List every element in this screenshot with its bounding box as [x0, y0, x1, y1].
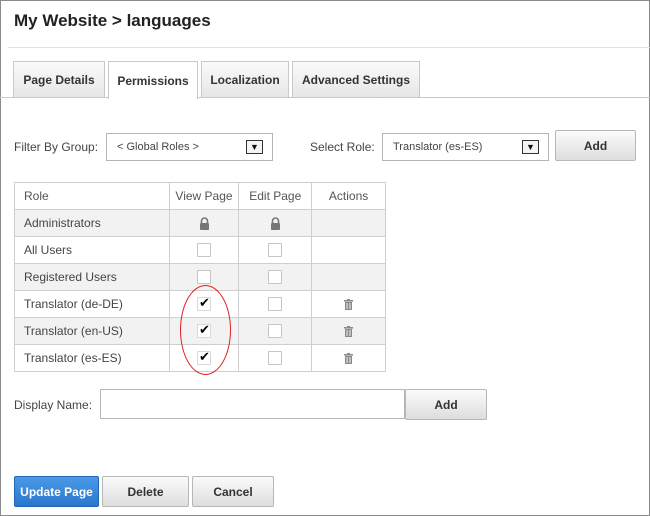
column-header-role: Role	[14, 182, 170, 210]
title-divider	[8, 47, 650, 48]
tab-permissions[interactable]: Permissions	[108, 61, 198, 99]
view-page-cell	[168, 236, 240, 264]
view-page-checkbox[interactable]	[197, 270, 211, 285]
role-name: All Users	[14, 236, 170, 264]
view-page-cell: ✔	[168, 344, 240, 372]
edit-page-cell	[238, 263, 313, 291]
edit-page-cell	[238, 290, 313, 318]
lock-icon	[199, 217, 209, 231]
filter-group-select[interactable]: < Global Roles > ▼	[106, 133, 273, 161]
actions-cell	[311, 317, 386, 345]
tab-page-details[interactable]: Page Details	[13, 61, 105, 98]
actions-cell	[311, 344, 386, 372]
edit-page-checkbox[interactable]	[268, 297, 283, 312]
select-role-label: Select Role:	[310, 140, 375, 154]
edit-page-checkbox[interactable]	[268, 243, 283, 258]
actions-cell	[311, 290, 386, 318]
table-header-row: Role View Page Edit Page Actions	[14, 182, 386, 210]
role-name: Administrators	[14, 209, 170, 237]
select-role-value: Translator (es-ES)	[393, 141, 483, 153]
trash-icon[interactable]	[344, 353, 354, 365]
view-page-cell	[168, 209, 240, 237]
edit-page-cell	[238, 344, 313, 372]
delete-button[interactable]: Delete	[102, 476, 189, 507]
column-header-view-page: View Page	[168, 182, 240, 210]
cancel-button[interactable]: Cancel	[192, 476, 274, 507]
view-page-checkbox[interactable]: ✔	[197, 349, 211, 366]
trash-icon[interactable]	[344, 299, 354, 311]
edit-page-checkbox[interactable]	[268, 351, 283, 366]
chevron-down-icon[interactable]: ▼	[522, 140, 539, 154]
chevron-down-icon[interactable]: ▼	[246, 140, 263, 154]
actions-cell	[311, 209, 386, 237]
view-page-checkbox[interactable]	[197, 243, 211, 258]
update-page-button[interactable]: Update Page	[14, 476, 99, 507]
view-page-cell: ✔	[168, 290, 240, 318]
role-name: Translator (es-ES)	[14, 344, 170, 372]
role-name: Translator (en-US)	[14, 317, 170, 345]
page-title: My Website > languages	[14, 11, 211, 30]
edit-page-cell	[238, 236, 313, 264]
role-name: Registered Users	[14, 263, 170, 291]
tabs-underline	[0, 97, 650, 98]
edit-page-cell	[238, 209, 313, 237]
column-header-edit-page: Edit Page	[238, 182, 313, 210]
table-row: Translator (de-DE) ✔	[14, 290, 386, 318]
trash-icon[interactable]	[344, 326, 354, 338]
lock-icon	[270, 217, 280, 231]
select-role-select[interactable]: Translator (es-ES) ▼	[382, 133, 549, 161]
checkmark-icon: ✔	[199, 349, 210, 365]
view-page-checkbox[interactable]: ✔	[197, 295, 211, 312]
view-page-cell: ✔	[168, 317, 240, 345]
role-name: Translator (de-DE)	[14, 290, 170, 318]
edit-page-cell	[238, 317, 313, 345]
tab-advanced-settings[interactable]: Advanced Settings	[292, 61, 420, 98]
checkmark-icon: ✔	[199, 295, 210, 311]
view-page-cell	[168, 263, 240, 291]
filter-group-label: Filter By Group:	[14, 140, 99, 154]
edit-page-checkbox[interactable]	[268, 324, 283, 339]
add-display-name-button[interactable]: Add	[405, 389, 487, 420]
column-header-actions: Actions	[311, 182, 386, 210]
checkmark-icon: ✔	[199, 322, 210, 338]
add-role-button[interactable]: Add	[555, 130, 636, 161]
actions-cell	[311, 263, 386, 291]
table-row: Registered Users	[14, 263, 386, 291]
edit-page-checkbox[interactable]	[268, 270, 283, 285]
table-row: Translator (es-ES) ✔	[14, 344, 386, 372]
tab-localization[interactable]: Localization	[201, 61, 289, 98]
view-page-checkbox[interactable]: ✔	[197, 322, 211, 339]
table-row: Translator (en-US) ✔	[14, 317, 386, 345]
table-row: Administrators	[14, 209, 386, 237]
table-row: All Users	[14, 236, 386, 264]
filter-group-value: < Global Roles >	[117, 141, 199, 153]
display-name-label: Display Name:	[14, 398, 93, 412]
actions-cell	[311, 236, 386, 264]
permissions-table: Role View Page Edit Page Actions Adminis…	[14, 182, 386, 372]
display-name-input[interactable]	[100, 389, 405, 419]
